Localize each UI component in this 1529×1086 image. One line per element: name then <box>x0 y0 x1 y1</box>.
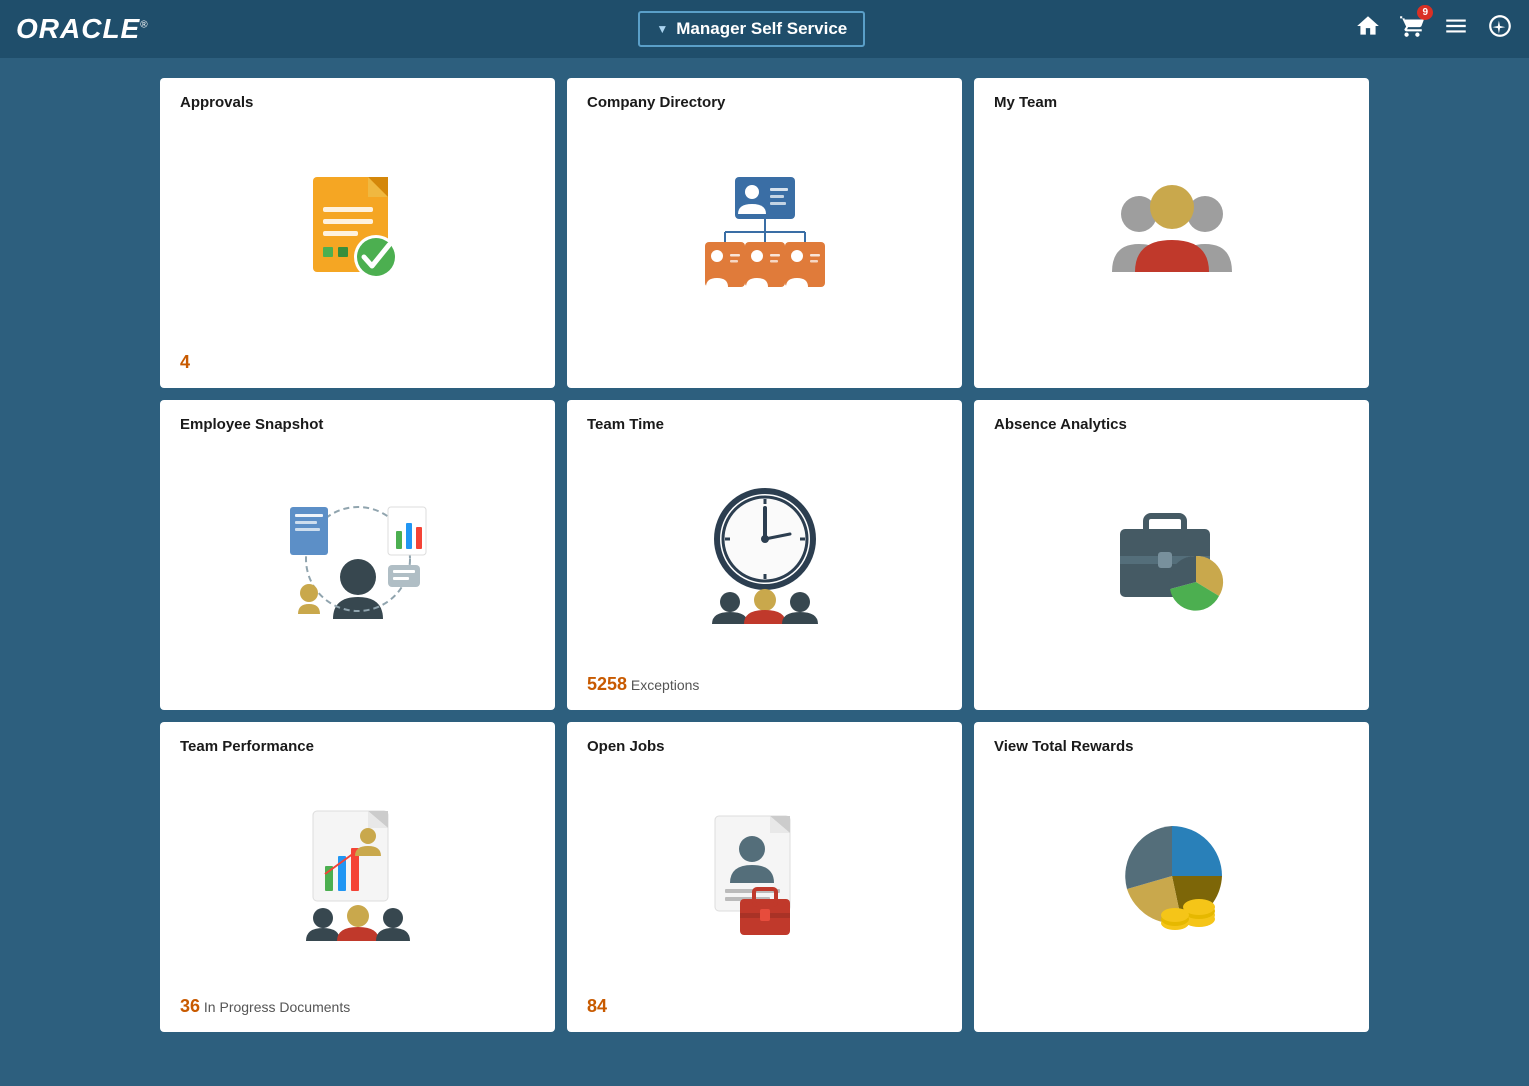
view-total-rewards-icon <box>1107 811 1237 941</box>
employee-snapshot-icon-area <box>180 441 535 666</box>
cart-badge: 9 <box>1417 5 1433 20</box>
employee-snapshot-tile[interactable]: Employee Snapshot <box>160 400 555 710</box>
approvals-tile[interactable]: Approvals <box>160 78 555 388</box>
absence-analytics-title: Absence Analytics <box>994 416 1349 433</box>
open-jobs-count: 84 <box>587 996 607 1016</box>
my-team-title: My Team <box>994 94 1349 111</box>
team-time-count: 5258 <box>587 674 627 694</box>
open-jobs-footer: 84 <box>587 996 942 1018</box>
open-jobs-title: Open Jobs <box>587 738 942 755</box>
team-performance-footer: 36 In Progress Documents <box>180 996 535 1018</box>
team-performance-icon <box>293 806 423 946</box>
company-directory-tile[interactable]: Company Directory <box>567 78 962 388</box>
company-directory-icon <box>700 172 830 292</box>
view-total-rewards-footer <box>994 996 1349 1018</box>
app-header: ORACLE® ▼ Manager Self Service 9 <box>0 0 1529 58</box>
team-performance-label: In Progress Documents <box>200 999 350 1015</box>
nav-title-label: Manager Self Service <box>676 19 847 39</box>
employee-snapshot-icon <box>288 489 428 619</box>
team-performance-title: Team Performance <box>180 738 535 755</box>
team-time-label: Exceptions <box>627 677 699 693</box>
nav-title-button[interactable]: ▼ Manager Self Service <box>638 11 865 47</box>
team-performance-count: 36 <box>180 996 200 1016</box>
company-directory-title: Company Directory <box>587 94 942 111</box>
approvals-title: Approvals <box>180 94 535 111</box>
oracle-logo: ORACLE® <box>16 13 149 45</box>
approvals-icon <box>298 167 418 297</box>
my-team-icon <box>1107 172 1237 292</box>
logo-area: ORACLE® <box>16 13 149 45</box>
home-icon[interactable] <box>1355 13 1381 45</box>
company-directory-footer <box>587 352 942 374</box>
approvals-icon-area <box>180 119 535 344</box>
tiles-grid: Approvals <box>160 78 1369 1032</box>
open-jobs-icon <box>710 811 820 941</box>
view-total-rewards-title: View Total Rewards <box>994 738 1349 755</box>
compass-icon[interactable] <box>1487 13 1513 45</box>
menu-icon[interactable] <box>1443 13 1469 45</box>
cart-icon[interactable]: 9 <box>1399 13 1425 45</box>
team-time-title: Team Time <box>587 416 942 433</box>
team-time-icon <box>700 484 830 624</box>
team-time-footer: 5258 Exceptions <box>587 674 942 696</box>
absence-analytics-tile[interactable]: Absence Analytics <box>974 400 1369 710</box>
open-jobs-icon-area <box>587 763 942 988</box>
main-content: Approvals <box>0 58 1529 1052</box>
team-performance-tile[interactable]: Team Performance <box>160 722 555 1032</box>
chevron-down-icon: ▼ <box>656 22 668 36</box>
company-directory-icon-area <box>587 119 942 344</box>
team-time-tile[interactable]: Team Time <box>567 400 962 710</box>
my-team-tile[interactable]: My Team <box>974 78 1369 388</box>
absence-analytics-footer <box>994 674 1349 696</box>
team-time-icon-area <box>587 441 942 666</box>
header-actions: 9 <box>1355 13 1513 45</box>
view-total-rewards-tile[interactable]: View Total Rewards <box>974 722 1369 1032</box>
open-jobs-tile[interactable]: Open Jobs <box>567 722 962 1032</box>
my-team-icon-area <box>994 119 1349 344</box>
view-total-rewards-icon-area <box>994 763 1349 988</box>
approvals-count: 4 <box>180 352 190 372</box>
my-team-footer <box>994 352 1349 374</box>
team-performance-icon-area <box>180 763 535 988</box>
absence-analytics-icon-area <box>994 441 1349 666</box>
employee-snapshot-title: Employee Snapshot <box>180 416 535 433</box>
absence-analytics-icon <box>1112 494 1232 614</box>
approvals-footer: 4 <box>180 352 535 374</box>
header-center: ▼ Manager Self Service <box>638 11 865 47</box>
employee-snapshot-footer <box>180 674 535 696</box>
